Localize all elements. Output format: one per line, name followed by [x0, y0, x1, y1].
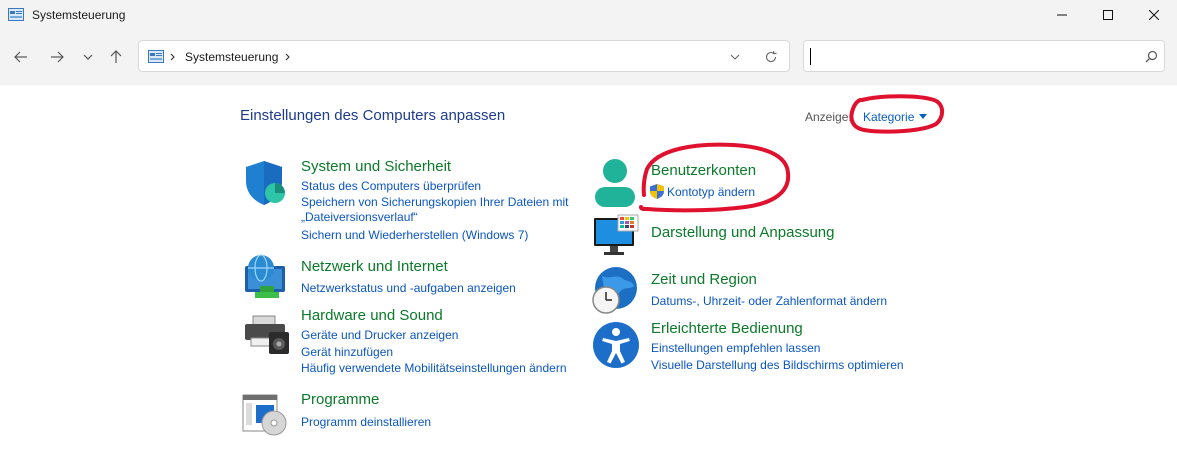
back-button[interactable] [10, 46, 32, 68]
search-box[interactable] [803, 40, 1165, 72]
view-label: Anzeige: [805, 110, 852, 124]
chevron-right-icon [170, 53, 175, 61]
page-title: Einstellungen des Computers anpassen [240, 107, 506, 124]
arrow-up-icon [110, 50, 122, 63]
arrow-right-icon [51, 51, 64, 63]
category-programs[interactable]: Programme [301, 391, 379, 408]
link-optimize-display[interactable]: Visuelle Darstellung des Bildschirms opt… [651, 358, 904, 372]
minimize-icon [1057, 14, 1067, 16]
search-input[interactable] [814, 47, 1138, 67]
printer-speaker-icon[interactable] [243, 314, 291, 356]
arrow-left-icon [14, 51, 27, 63]
recent-locations-button[interactable] [77, 46, 99, 68]
category-time-region[interactable]: Zeit und Region [651, 271, 757, 288]
category-user-accounts[interactable]: Benutzerkonten [651, 162, 756, 179]
search-icon[interactable] [1145, 50, 1158, 63]
category-network-internet[interactable]: Netzwerk und Internet [301, 258, 448, 275]
programs-disc-icon[interactable] [242, 393, 290, 437]
user-icon[interactable] [593, 157, 637, 209]
link-add-device[interactable]: Gerät hinzufügen [301, 345, 393, 359]
category-hardware-sound[interactable]: Hardware und Sound [301, 307, 443, 324]
forward-button[interactable] [46, 46, 68, 68]
category-system-security[interactable]: System und Sicherheit [301, 158, 451, 175]
caret-down-icon [919, 114, 928, 119]
accessibility-icon[interactable] [592, 321, 640, 369]
control-panel-icon [8, 8, 24, 21]
text-cursor [810, 48, 811, 65]
control-panel-icon [148, 50, 164, 63]
chevron-down-icon [83, 54, 93, 60]
address-bar[interactable]: Systemsteuerung [138, 40, 790, 72]
link-backup-restore[interactable]: Sichern und Wiederherstellen (Windows 7) [301, 228, 528, 242]
clock-globe-icon[interactable] [592, 266, 640, 316]
link-backup-files[interactable]: Speichern von Sicherungskopien Ihrer Dat… [301, 195, 568, 209]
close-icon [1149, 10, 1159, 20]
link-recommend-settings[interactable]: Einstellungen empfehlen lassen [651, 341, 820, 355]
minimize-button[interactable] [1039, 0, 1085, 30]
category-ease-of-access[interactable]: Erleichterte Bedienung [651, 320, 803, 337]
link-change-account-type[interactable]: Kontotyp ändern [667, 185, 755, 199]
category-appearance[interactable]: Darstellung und Anpassung [651, 224, 834, 241]
network-globe-icon[interactable] [242, 252, 290, 300]
uac-shield-icon [650, 184, 664, 199]
view-dropdown[interactable]: Kategorie [863, 110, 928, 124]
link-date-time-format[interactable]: Datums-, Uhrzeit- oder Zahlenformat ände… [651, 294, 887, 308]
up-button[interactable] [105, 46, 127, 68]
refresh-icon[interactable] [764, 50, 778, 64]
maximize-button[interactable] [1085, 0, 1131, 30]
view-dropdown-value: Kategorie [863, 110, 915, 124]
breadcrumb-systemsteuerung[interactable]: Systemsteuerung [185, 50, 278, 64]
chevron-right-icon[interactable] [285, 53, 291, 61]
title-bar: Systemsteuerung [0, 0, 1177, 30]
maximize-icon [1103, 10, 1113, 20]
window-title: Systemsteuerung [32, 8, 126, 22]
address-history-chevron-icon[interactable] [730, 54, 740, 60]
link-uninstall-program[interactable]: Programm deinstallieren [301, 415, 431, 429]
monitor-icon[interactable] [592, 214, 640, 256]
link-network-status[interactable]: Netzwerkstatus und -aufgaben anzeigen [301, 281, 516, 295]
content-area [0, 86, 1177, 456]
link-devices-printers[interactable]: Geräte und Drucker anzeigen [301, 328, 458, 342]
link-file-history[interactable]: „Dateiversionsverlauf“ [301, 210, 418, 224]
shield-icon[interactable] [243, 159, 291, 207]
link-mobility-settings[interactable]: Häufig verwendete Mobilitätseinstellunge… [301, 361, 567, 375]
close-button[interactable] [1131, 0, 1177, 30]
link-computer-status[interactable]: Status des Computers überprüfen [301, 179, 481, 193]
